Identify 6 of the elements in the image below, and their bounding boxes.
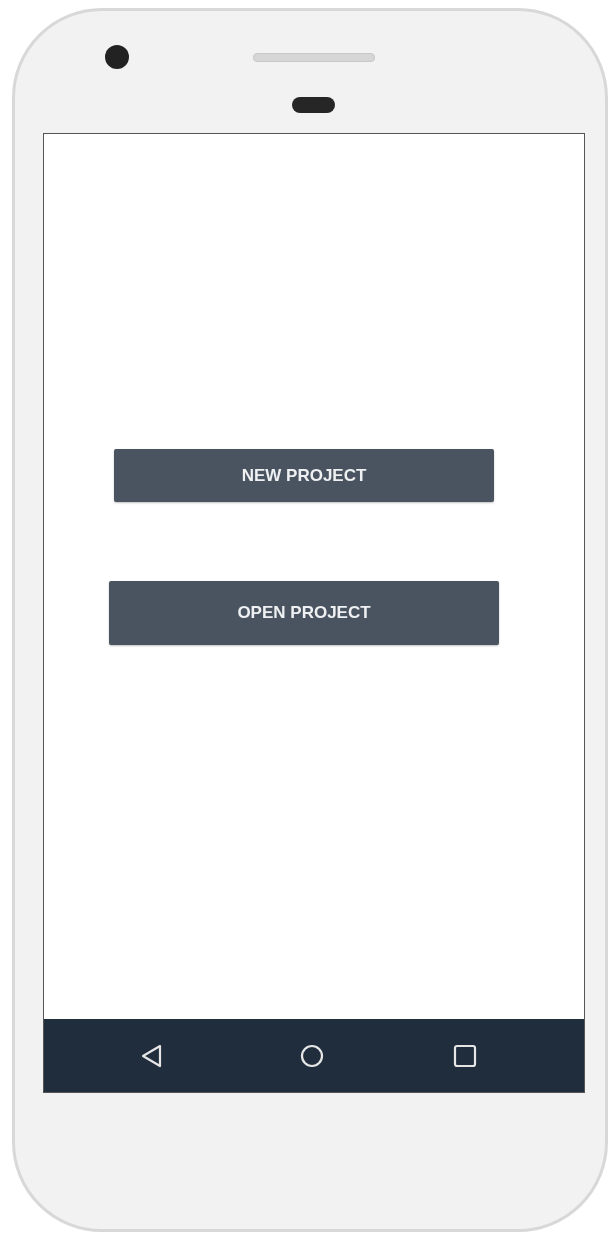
recents-icon[interactable]	[453, 1043, 477, 1068]
camera-icon	[105, 45, 129, 69]
home-icon[interactable]	[299, 1042, 325, 1069]
project-button[interactable]: NEW PROJECT	[114, 449, 494, 502]
sensor-icon	[292, 97, 335, 113]
project-button[interactable]: OPEN PROJECT	[109, 581, 499, 645]
